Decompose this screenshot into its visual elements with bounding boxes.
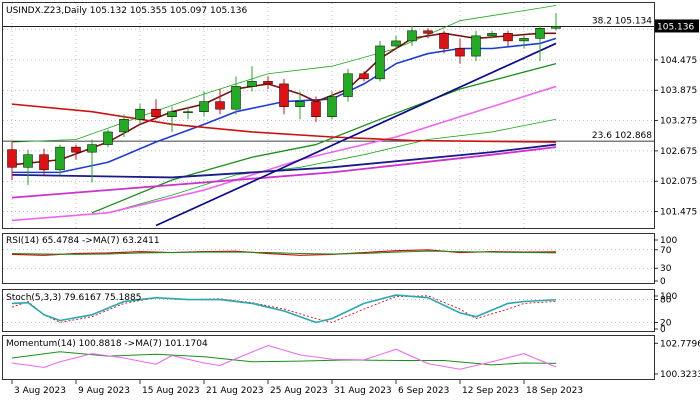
fib-level-label: 38.2 105.134 <box>592 17 652 27</box>
date-tick-label: 18 Sep 2023 <box>526 386 583 396</box>
momentum-lines <box>11 345 557 370</box>
bearish-candle <box>455 48 465 57</box>
bearish-candle <box>279 83 289 107</box>
bullish-candle <box>135 108 145 120</box>
fibonacci-levels: 38.2 105.134 23.6 102.868 <box>3 17 654 142</box>
bullish-candle <box>119 119 129 133</box>
momentum-label: Momentum(14) 100.8818 ->MA(7) 101.1704 <box>6 339 208 349</box>
bullish-candle <box>327 96 337 118</box>
overlay-line-0 <box>11 5 557 143</box>
date-tick-label: 12 Sep 2023 <box>462 386 519 396</box>
stochastic-axis: 10080200 <box>654 292 677 335</box>
price-panel: 38.2 105.13423.6 102.868 105.084104.4751… <box>2 2 699 229</box>
bearish-candle <box>39 154 49 171</box>
price-tick-label: 102.075 <box>660 177 697 187</box>
momentum-panel: 102.7796 100.3233 Momentum(14) 100.8818 -… <box>2 335 700 380</box>
indicator-series-1 <box>11 345 557 370</box>
price-tick-label: 104.475 <box>660 56 697 66</box>
bearish-candle <box>359 73 369 80</box>
bullish-candle <box>23 154 33 168</box>
bullish-candle <box>487 33 497 37</box>
bullish-candle <box>199 101 209 112</box>
bearish-candle <box>215 101 225 110</box>
bearish-candle <box>423 30 433 34</box>
indicator-tick-label: 0 <box>660 325 666 335</box>
stochastic-panel: 10080200 Stoch(5,3,3) 79.6167 75.1885 <box>2 289 677 335</box>
chart-header: USINDX.Z23,Daily 105.132 105.355 105.097… <box>6 6 247 16</box>
indicator-tick-label: 100.3233 <box>660 370 700 380</box>
price-tick-label: 101.475 <box>660 208 697 218</box>
bullish-candle <box>231 86 241 110</box>
indicator-tick-label: 102.7796 <box>660 339 700 349</box>
bullish-candle <box>375 45 385 80</box>
price-tick-label: 103.275 <box>660 117 697 127</box>
bullish-candle <box>103 131 113 145</box>
bearish-candle <box>71 146 81 153</box>
overlay-line-3 <box>91 63 557 214</box>
overlay-line-9 <box>155 42 557 227</box>
bullish-candle <box>343 73 353 97</box>
bullish-candle <box>247 81 257 87</box>
date-axis: 3 Aug 2023 9 Aug 2023 15 Aug 2023 21 Aug 20… <box>11 380 583 396</box>
bearish-candle <box>7 149 17 168</box>
bullish-candle <box>519 38 529 42</box>
bearish-candle <box>151 108 161 118</box>
candlestick-series <box>7 13 561 186</box>
rsi-axis: 10070 30 0 <box>654 236 677 287</box>
bullish-candle <box>55 146 65 171</box>
price-tick-label: 103.875 <box>660 86 697 96</box>
date-tick-label: 6 Sep 2023 <box>398 386 449 396</box>
bullish-candle <box>391 40 401 47</box>
fib-level-label: 23.6 102.868 <box>592 131 652 141</box>
stochastic-label: Stoch(5,3,3) 79.6167 75.1885 <box>6 293 141 303</box>
bullish-candle <box>551 26 561 29</box>
last-price-label: 105.136 <box>657 22 694 32</box>
date-tick-label: 9 Aug 2023 <box>78 386 130 396</box>
bearish-candle <box>503 33 513 42</box>
rsi-panel: 10070 30 0 RSI(14) 65.4784 ->MA(7) 63.2411 <box>2 233 677 287</box>
rsi-lines <box>11 249 557 256</box>
bearish-candle <box>263 81 273 85</box>
bullish-candle <box>407 30 417 42</box>
date-tick-label: 21 Aug 2023 <box>206 386 264 396</box>
indicator-tick-label: 30 <box>660 264 672 274</box>
bullish-candle <box>535 28 545 39</box>
bearish-candle <box>311 101 321 118</box>
date-tick-label: 31 Aug 2023 <box>334 386 392 396</box>
momentum-axis: 102.7796 100.3233 <box>654 339 700 380</box>
bullish-candle <box>295 101 305 107</box>
date-tick-label: 15 Aug 2023 <box>142 386 200 396</box>
price-tick-label: 102.675 <box>660 147 697 157</box>
bullish-candle <box>87 144 97 153</box>
date-tick-label: 3 Aug 2023 <box>14 386 66 396</box>
indicator-tick-label: 100 <box>660 236 677 246</box>
date-tick-label: 25 Aug 2023 <box>270 386 328 396</box>
bullish-candle <box>167 111 177 118</box>
indicator-tick-label: 80 <box>660 296 672 306</box>
bullish-candle <box>471 35 481 57</box>
indicator-tick-label: 70 <box>660 246 672 256</box>
trading-chart: 38.2 105.13423.6 102.868 105.084104.4751… <box>2 2 700 396</box>
price-axis: 105.084104.475103.875103.275102.675102.0… <box>654 25 697 218</box>
bearish-candle <box>439 33 449 49</box>
rsi-label: RSI(14) 65.4784 ->MA(7) 63.2411 <box>6 236 160 246</box>
bullish-candle <box>183 111 193 113</box>
indicator-tick-label: 0 <box>660 277 666 287</box>
